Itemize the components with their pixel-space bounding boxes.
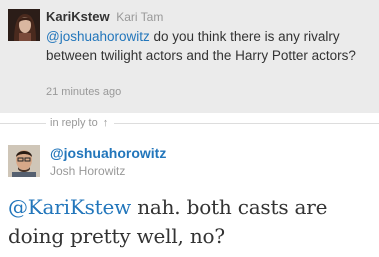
reply-author: KariKstew Kari Tam [46,9,163,25]
divider-line [114,123,379,124]
arrow-up-icon: ↑ [102,117,109,129]
kari-avatar-image [8,9,40,41]
in-reply-to-divider: in reply to ↑ [0,113,379,133]
reply-full-name: Kari Tam [116,10,164,24]
main-screen-name[interactable]: @joshuahorowitz [50,145,166,162]
main-full-name: Josh Horowitz [50,164,126,178]
reply-timestamp[interactable]: 21 minutes ago [46,85,121,99]
divider-line [0,123,46,124]
in-reply-to-label: in reply to [50,117,98,129]
main-mention-link[interactable]: @KariKstew [8,195,131,219]
in-reply-to-tweet: KariKstew Kari Tam @joshuahorowitz do yo… [0,0,379,113]
reply-screen-name[interactable]: KariKstew [46,9,110,24]
reply-mention-link[interactable]: @joshuahorowitz [46,29,150,44]
josh-avatar-image [8,145,40,177]
avatar[interactable] [8,9,40,41]
main-tweet-text: @KariKstew nah. both casts are doing pre… [8,193,376,251]
in-reply-to-link[interactable]: in reply to ↑ [50,116,108,130]
reply-tweet-text: @joshuahorowitz do you think there is an… [46,27,372,65]
avatar[interactable] [8,145,40,177]
